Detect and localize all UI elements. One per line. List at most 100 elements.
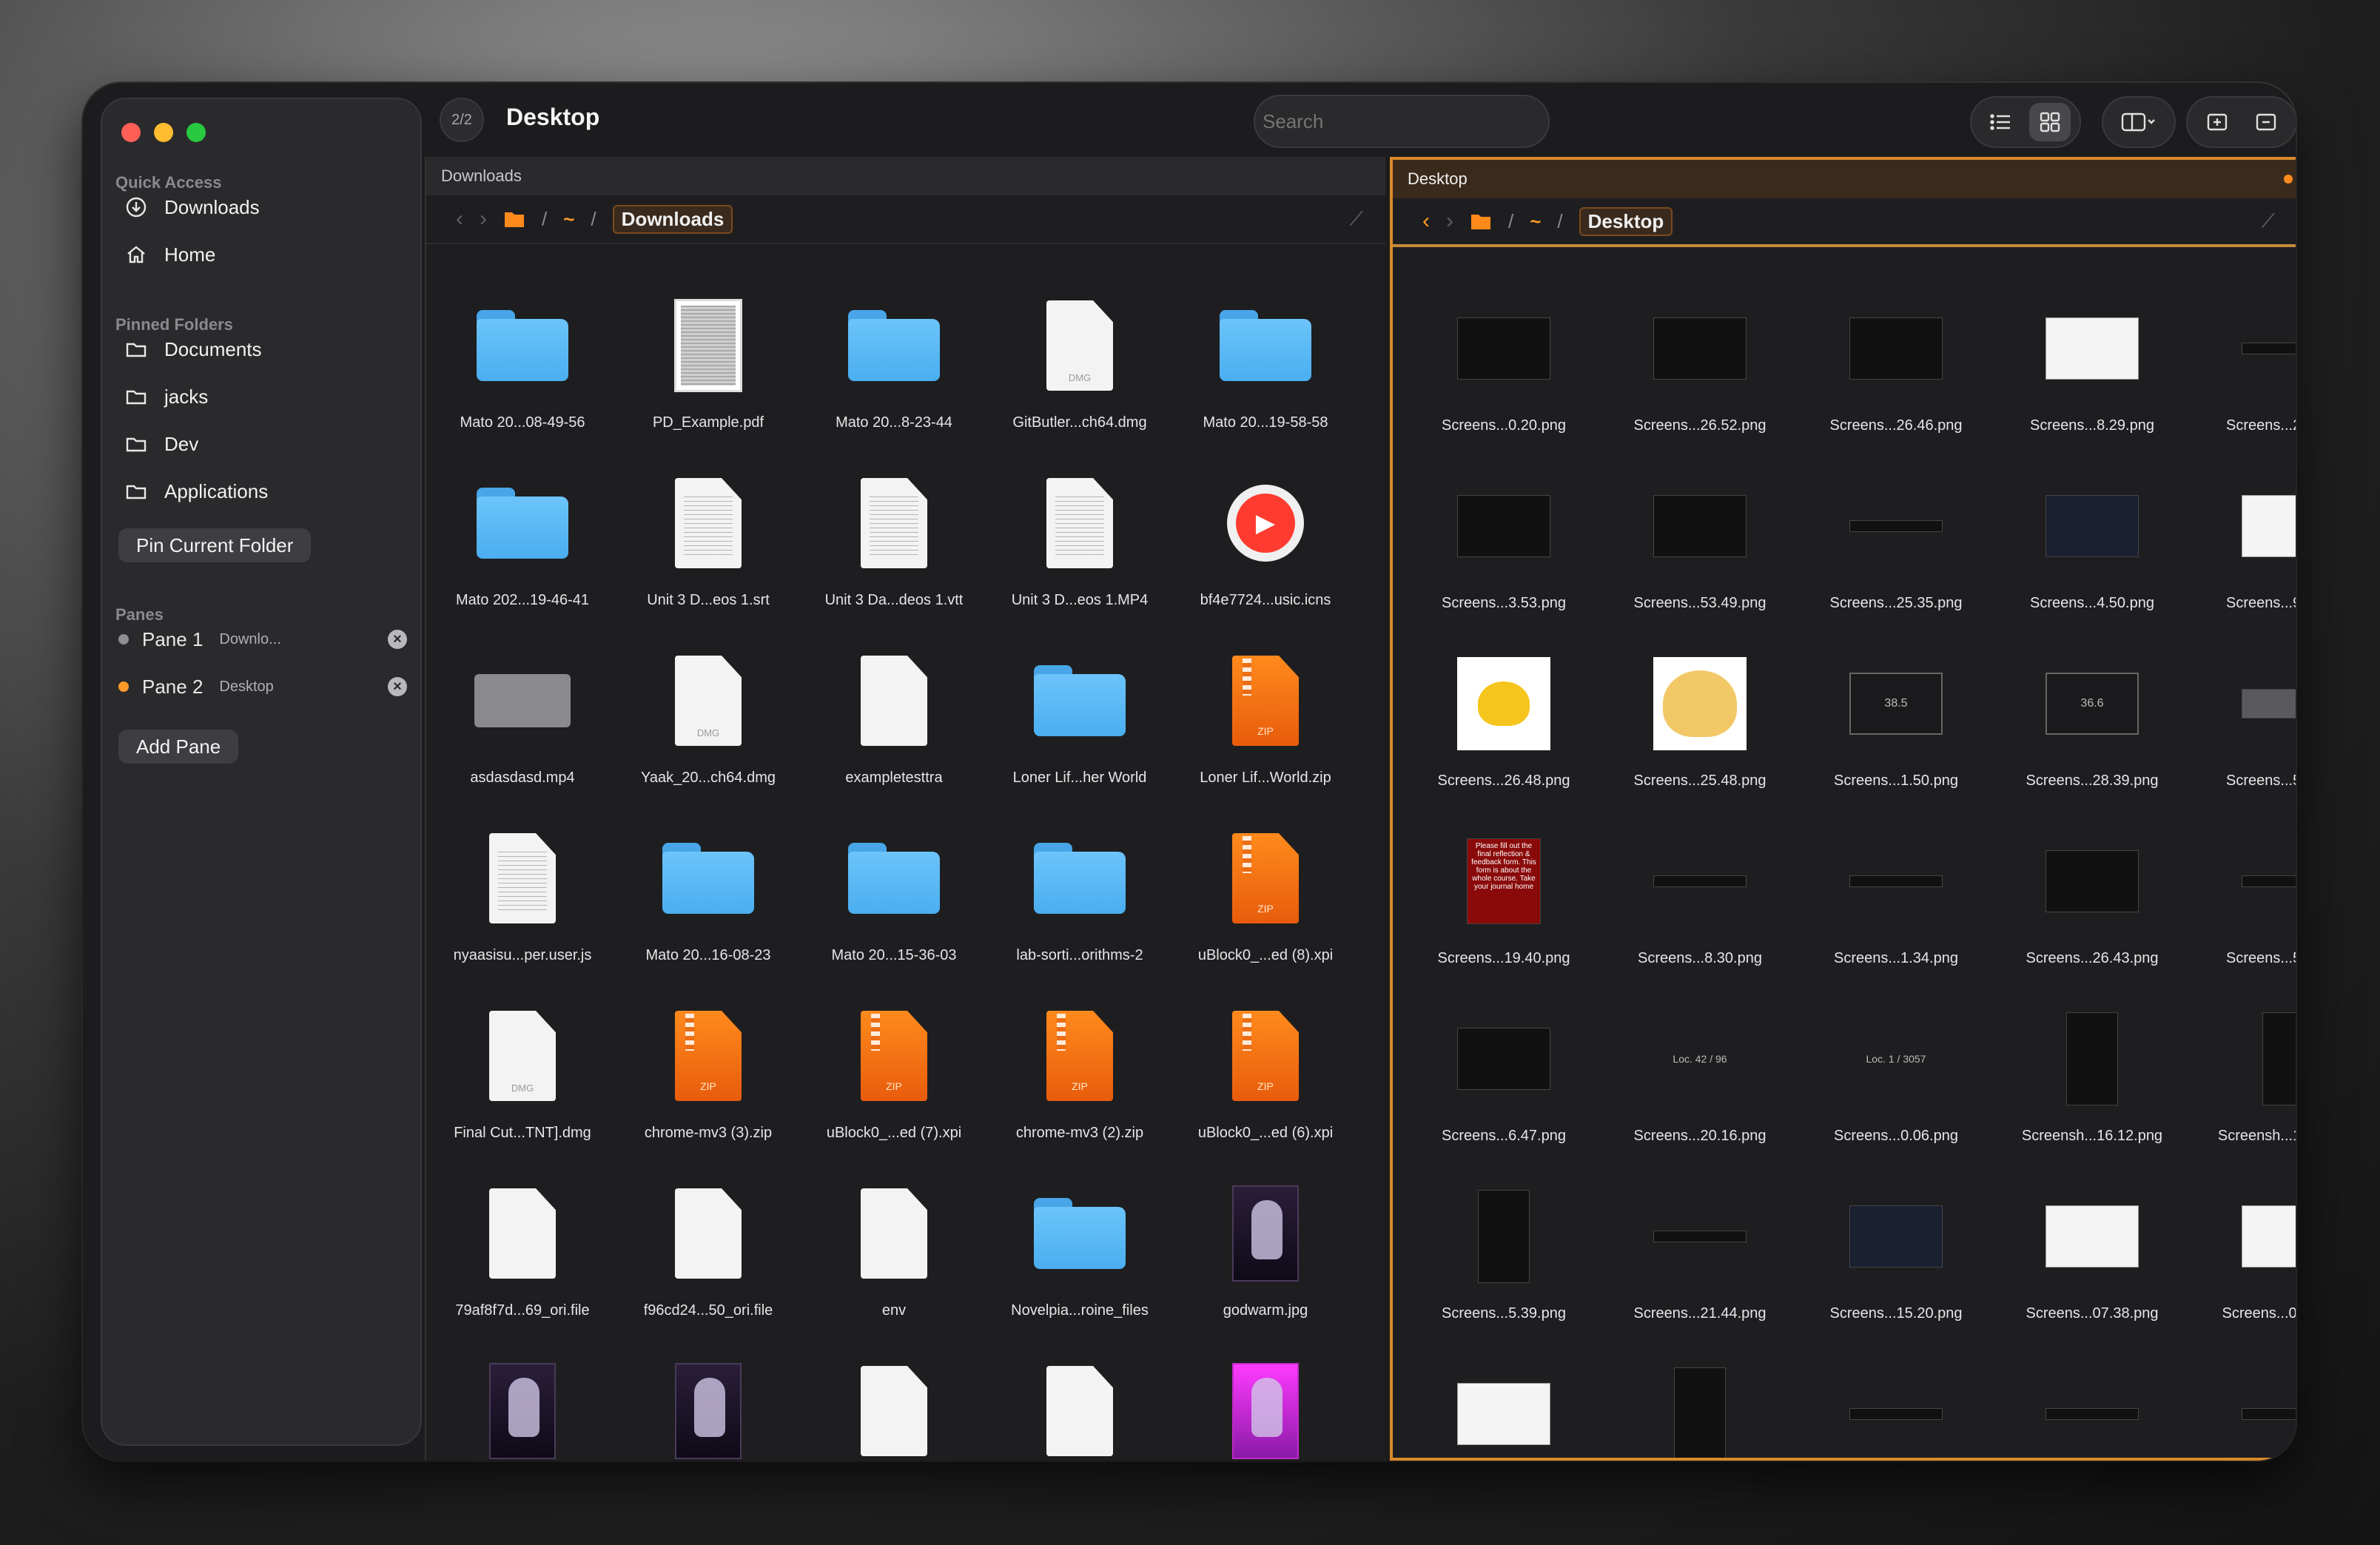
add-pane-toolbar-button[interactable]: [2196, 103, 2238, 141]
left-pane[interactable]: Downloads ‹ › / ~ / Downloads ⟋ Mato 20.…: [425, 157, 1385, 1461]
edit-path-icon[interactable]: ⟋: [1350, 207, 1363, 231]
sidebar-item-home[interactable]: Home: [124, 235, 215, 274]
file-item[interactable]: asdasdasd.mp4: [434, 645, 611, 801]
file-item[interactable]: Screens...26.43.png: [2003, 826, 2181, 981]
file-item[interactable]: PD_Example.pdf: [619, 290, 797, 445]
pane-counter[interactable]: 2/2: [440, 98, 484, 142]
file-item[interactable]: Loner Lif...her World: [991, 645, 1169, 801]
remove-pane-toolbar-button[interactable]: [2245, 103, 2287, 141]
file-item[interactable]: Unit 3 D...eos 1.MP4: [991, 468, 1169, 623]
file-item[interactable]: Screens...07.38.png: [2003, 1181, 2181, 1336]
file-item[interactable]: [805, 1356, 983, 1461]
file-item[interactable]: Screens...2.10.png: [2199, 293, 2296, 448]
file-item[interactable]: Screensh...16.12.png: [2003, 1003, 2181, 1159]
sidebar-item-dev[interactable]: Dev: [124, 425, 198, 463]
pin-current-folder-button[interactable]: Pin Current Folder: [118, 528, 312, 562]
file-item[interactable]: DMG GitButler...ch64.dmg: [991, 290, 1169, 445]
file-item[interactable]: Screens...15.20.png: [1807, 1181, 1985, 1336]
file-item[interactable]: Screens...0.20.png: [1415, 293, 1593, 448]
file-item[interactable]: Screens...8.29.png: [2003, 293, 2181, 448]
file-item[interactable]: Screens...1.34.png: [1807, 826, 1985, 981]
close-pane-icon[interactable]: ×: [388, 630, 407, 649]
file-item[interactable]: env: [805, 1178, 983, 1333]
back-arrow-icon[interactable]: ‹: [1422, 209, 1430, 234]
back-arrow-icon[interactable]: ‹: [456, 206, 463, 232]
file-item[interactable]: Novelpia...roine_files: [991, 1178, 1169, 1333]
minimize-window-button[interactable]: [154, 123, 173, 142]
file-item[interactable]: [1611, 1359, 1789, 1458]
sidebar-item-applications[interactable]: Applications: [124, 472, 268, 511]
breadcrumb-home[interactable]: ~: [1530, 210, 1541, 233]
file-item[interactable]: Mato 20...15-36-03: [805, 823, 983, 978]
file-item[interactable]: [619, 1356, 797, 1461]
add-pane-button[interactable]: Add Pane: [118, 730, 239, 764]
file-item[interactable]: [1415, 1359, 1593, 1458]
file-item[interactable]: Screens...6.47.png: [1415, 1003, 1593, 1159]
file-item[interactable]: Mato 20...19-58-58: [1177, 290, 1354, 445]
breadcrumb-home[interactable]: ~: [563, 208, 574, 231]
file-item[interactable]: Unit 3 Da...deos 1.vtt: [805, 468, 983, 623]
file-item[interactable]: Screens...5.51.png: [2199, 648, 2296, 804]
file-item[interactable]: Screens...9.37.png: [2199, 471, 2296, 626]
close-pane-icon[interactable]: ×: [388, 677, 407, 696]
file-item[interactable]: Mato 20...16-08-23: [619, 823, 797, 978]
grid-view-button[interactable]: [2029, 103, 2071, 141]
file-item[interactable]: Screens...3.53.png: [1415, 471, 1593, 626]
file-item[interactable]: Screens...07.26.png: [2199, 1181, 2296, 1336]
file-item[interactable]: Mato 20...08-49-56: [434, 290, 611, 445]
breadcrumb-current[interactable]: Desktop: [1579, 206, 1673, 236]
file-item[interactable]: f96cd24...50_ori.file: [619, 1178, 797, 1333]
forward-arrow-icon[interactable]: ›: [1446, 209, 1453, 234]
file-item[interactable]: [1807, 1359, 1985, 1458]
file-item[interactable]: exampletesttra: [805, 645, 983, 801]
file-item[interactable]: ZIP Loner Lif...World.zip: [1177, 645, 1354, 801]
edit-path-icon[interactable]: ⟋: [2262, 209, 2275, 233]
sidebar-item-downloads[interactable]: Downloads: [124, 188, 260, 226]
file-item[interactable]: 38.5 Screens...1.50.png: [1807, 648, 1985, 804]
split-layout-button[interactable]: [2109, 103, 2168, 141]
file-item[interactable]: Screens...26.48.png: [1415, 648, 1593, 804]
search-input[interactable]: [1254, 95, 1550, 148]
zoom-window-button[interactable]: [186, 123, 206, 142]
file-item[interactable]: 36.6 Screens...28.39.png: [2003, 648, 2181, 804]
file-item[interactable]: Screens...25.35.png: [1807, 471, 1985, 626]
file-item[interactable]: ZIP uBlock0_...ed (6).xpi: [1177, 1000, 1354, 1156]
folder-crumb-icon[interactable]: [1470, 212, 1492, 231]
file-item[interactable]: Screens...4.50.png: [2003, 471, 2181, 626]
file-item[interactable]: Screens...53.49.png: [1611, 471, 1789, 626]
file-item[interactable]: Loc. 42 / 96 Screens...20.16.png: [1611, 1003, 1789, 1159]
file-item[interactable]: 79af8f7d...69_ori.file: [434, 1178, 611, 1333]
file-item[interactable]: Mato 202...19-46-41: [434, 468, 611, 623]
sidebar-pane-2[interactable]: Pane 2 Desktop ×: [118, 669, 407, 704]
layout-menu[interactable]: [2102, 96, 2176, 148]
file-item[interactable]: Screens...26.46.png: [1807, 293, 1985, 448]
sidebar-item-jacks[interactable]: jacks: [124, 377, 208, 416]
file-item[interactable]: Unit 3 D...eos 1.srt: [619, 468, 797, 623]
file-item[interactable]: ▶ bf4e7724...usic.icns: [1177, 468, 1354, 623]
file-item[interactable]: Screens...21.44.png: [1611, 1181, 1789, 1336]
sidebar-item-documents[interactable]: Documents: [124, 330, 262, 368]
file-item[interactable]: Screens...5.39.png: [2199, 826, 2296, 981]
file-item[interactable]: [2003, 1359, 2181, 1458]
file-item[interactable]: DMG Yaak_20...ch64.dmg: [619, 645, 797, 801]
breadcrumb-current[interactable]: Downloads: [612, 204, 733, 234]
file-item[interactable]: Loc. 1 / 3057 Screens...0.06.png: [1807, 1003, 1985, 1159]
file-item[interactable]: ZIP chrome-mv3 (2).zip: [991, 1000, 1169, 1156]
list-view-button[interactable]: [1980, 103, 2022, 141]
file-item[interactable]: [2199, 1359, 2296, 1458]
close-window-button[interactable]: [121, 123, 141, 142]
file-item[interactable]: [991, 1356, 1169, 1461]
file-item[interactable]: Screensh...12.01.png: [2199, 1003, 2296, 1159]
file-item[interactable]: lab-sorti...orithms-2: [991, 823, 1169, 978]
forward-arrow-icon[interactable]: ›: [480, 206, 487, 232]
file-item[interactable]: [434, 1356, 611, 1461]
file-item[interactable]: Screens...8.30.png: [1611, 826, 1789, 981]
file-item[interactable]: [1177, 1356, 1354, 1461]
file-item[interactable]: Mato 20...8-23-44: [805, 290, 983, 445]
file-item[interactable]: Screens...26.52.png: [1611, 293, 1789, 448]
file-item[interactable]: ZIP uBlock0_...ed (8).xpi: [1177, 823, 1354, 978]
file-item[interactable]: Please fill out the final reflection & f…: [1415, 826, 1593, 981]
file-item[interactable]: nyaasisu...per.user.js: [434, 823, 611, 978]
sidebar-pane-1[interactable]: Pane 1 Downlo... ×: [118, 622, 407, 657]
file-item[interactable]: Screens...25.48.png: [1611, 648, 1789, 804]
